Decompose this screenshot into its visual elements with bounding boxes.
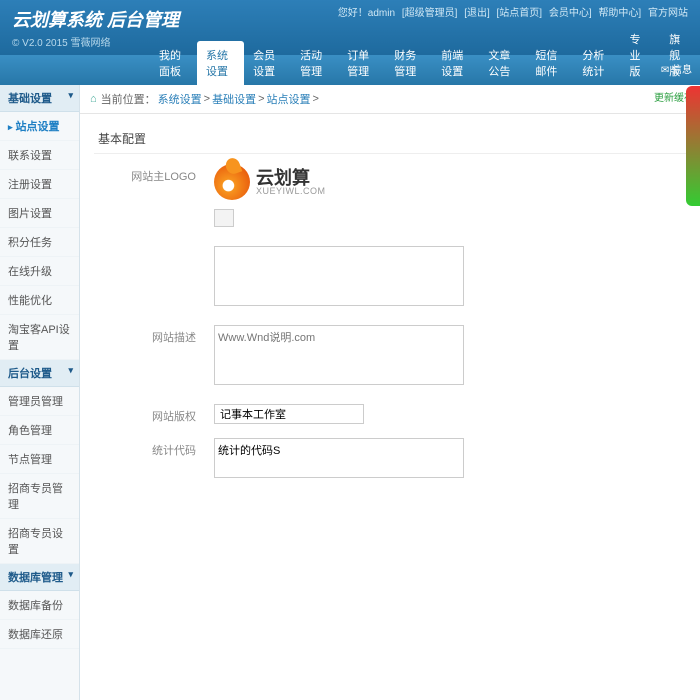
sidebar-item-node[interactable]: 节点管理 [0,445,79,474]
sidebar-item-site[interactable]: 站点设置 [0,112,79,141]
sidebar-item-admin[interactable]: 管理员管理 [0,387,79,416]
tab-analytics[interactable]: 分析统计 [573,41,620,85]
member-link[interactable]: 会员中心] [549,8,592,19]
sidebar-group-basic[interactable]: 基础设置 [0,85,79,112]
sidebar-item-points[interactable]: 积分任务 [0,228,79,257]
stat-textarea[interactable] [214,438,464,478]
sidebar-item-image[interactable]: 图片设置 [0,199,79,228]
main-nav: 我的面板 系统设置 会员设置 活动管理 订单管理 财务管理 前端设置 文章公告 … [0,55,700,85]
sidebar-item-agent-set[interactable]: 招商专员设置 [0,519,79,564]
sidebar: 基础设置 站点设置 联系设置 注册设置 图片设置 积分任务 在线升级 性能优化 … [0,85,80,700]
flame-icon [214,164,250,200]
upload-logo-button[interactable] [214,209,234,227]
sidebar-item-perf[interactable]: 性能优化 [0,286,79,315]
tab-activity[interactable]: 活动管理 [291,41,338,85]
tab-system[interactable]: 系统设置 [197,41,244,85]
greeting: 您好！admin [338,8,395,19]
sidebar-item-backup[interactable]: 数据库备份 [0,591,79,620]
tab-dashboard[interactable]: 我的面板 [150,41,197,85]
tab-article[interactable]: 文章公告 [479,41,526,85]
crumb-3[interactable]: 站点设置 [267,91,311,107]
logo-cn: 云划算 [256,169,326,187]
side-decoration [686,86,700,206]
top-links: 您好！admin [超级管理员] [退出] [站点首页] 会员中心] 帮助中心]… [336,4,690,19]
sidebar-item-register[interactable]: 注册设置 [0,170,79,199]
crumb-1[interactable]: 系统设置 [158,91,202,107]
empty-label-1 [94,246,214,250]
role-link[interactable]: [超级管理员] [402,8,458,19]
home-icon[interactable]: ⌂ [90,93,97,105]
logo-label: 网站主LOGO [94,164,214,184]
textarea-1[interactable] [214,246,464,306]
breadcrumb: ⌂ 当前位置： 系统设置 > 基础设置 > 站点设置 > 更新缓存 [80,85,700,114]
crumb-prefix: 当前位置： [101,91,156,107]
desc-label: 网站描述 [94,325,214,345]
tab-order[interactable]: 订单管理 [338,41,385,85]
crumb-2[interactable]: 基础设置 [212,91,256,107]
main-content: ⌂ 当前位置： 系统设置 > 基础设置 > 站点设置 > 更新缓存 基本配置 网… [80,85,700,700]
desc-textarea[interactable] [214,325,464,385]
sidebar-item-taobao[interactable]: 淘宝客API设置 [0,315,79,360]
sitehome-link[interactable]: [站点首页] [497,8,543,19]
tab-flagship[interactable]: 旗舰版 [660,25,700,85]
sidebar-item-role[interactable]: 角色管理 [0,416,79,445]
sidebar-group-db[interactable]: 数据库管理 [0,564,79,591]
official-link[interactable]: 官方网站 [648,8,688,19]
sidebar-item-contact[interactable]: 联系设置 [0,141,79,170]
sidebar-group-backend[interactable]: 后台设置 [0,360,79,387]
copyright-label: 网站版权 [94,404,214,424]
sidebar-item-upgrade[interactable]: 在线升级 [0,257,79,286]
logout-link[interactable]: [退出] [464,8,490,19]
copyright-input[interactable] [214,404,364,424]
tab-finance[interactable]: 财务管理 [385,41,432,85]
site-logo-preview: 云划算 XUEYIWL.COM [214,164,326,200]
tab-frontend[interactable]: 前端设置 [432,41,479,85]
tab-member[interactable]: 会员设置 [244,41,291,85]
stat-label: 统计代码 [94,438,214,458]
sidebar-item-agent-mgmt[interactable]: 招商专员管理 [0,474,79,519]
help-link[interactable]: 帮助中心] [598,8,641,19]
logo-en: XUEYIWL.COM [256,187,326,196]
section-title: 基本配置 [94,124,686,154]
sidebar-item-restore[interactable]: 数据库还原 [0,620,79,649]
message-link[interactable]: ✉ 信息 [661,61,692,76]
tab-pro[interactable]: 专业版 [620,25,660,85]
tab-sms[interactable]: 短信邮件 [526,41,573,85]
